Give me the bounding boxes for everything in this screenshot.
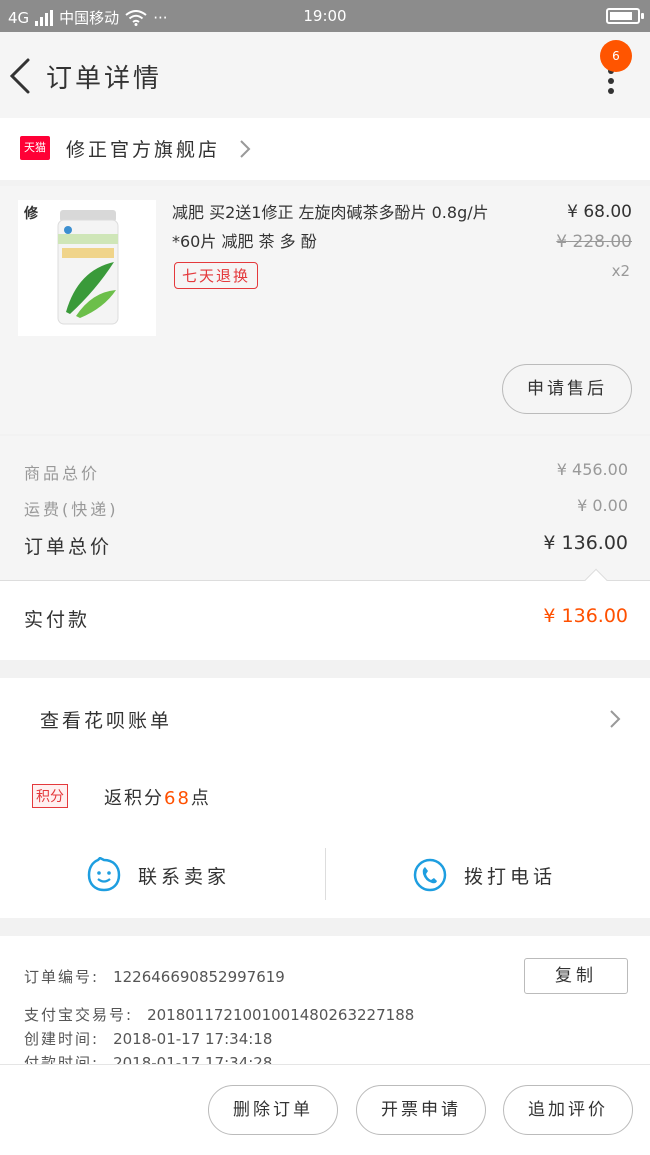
subtotal-value: ¥ 456.00 — [556, 460, 628, 479]
call-phone-button[interactable]: 拨打电话 — [412, 832, 556, 918]
return-policy-tag: 七天退换 — [174, 262, 259, 289]
nav-bar: 订单详情 6 — [0, 32, 650, 118]
status-time: 19:00 — [303, 7, 347, 25]
page-title: 订单详情 — [46, 64, 163, 94]
product-quantity: x2 — [611, 262, 630, 280]
chevron-right-icon — [610, 710, 621, 728]
add-review-button[interactable]: 追加评价 — [503, 1085, 633, 1135]
order-number-row: 订单编号: 122646690852997619 — [24, 966, 285, 987]
huabei-label: 查看花呗账单 — [40, 710, 173, 732]
shipping-row: 运费(快递) ¥ 0.00 — [24, 496, 628, 520]
points-text: 返积分68点 — [104, 784, 211, 810]
contact-seller-button[interactable]: 联系卖家 — [86, 832, 230, 918]
points-suffix: 点 — [190, 788, 211, 809]
created-time-label: 创建时间: — [24, 1030, 100, 1048]
battery-icon — [606, 8, 644, 24]
contact-seller-label: 联系卖家 — [138, 865, 231, 888]
subtotal-label: 商品总价 — [24, 464, 101, 483]
order-total-value: ¥ 136.00 — [543, 532, 628, 554]
points-prefix: 返积分 — [104, 788, 164, 809]
paid-time-value: 2018-01-17 17:34:28 — [113, 1054, 273, 1064]
points-badge: 积分 — [32, 784, 68, 808]
order-number-label: 订单编号: — [24, 968, 100, 986]
shipping-value: ¥ 0.00 — [577, 496, 628, 515]
copy-button[interactable]: 复制 — [524, 958, 628, 994]
store-row[interactable]: 天猫 修正官方旗舰店 — [0, 118, 650, 180]
status-bar: 4G 中国移动 ··· 19:00 — [0, 0, 650, 32]
bottom-action-bar: 删除订单 开票申请 追加评价 — [0, 1064, 650, 1155]
store-name: 修正官方旗舰店 — [66, 139, 221, 161]
alipay-number-row: 支付宝交易号: 2018011721001001480263227188 — [24, 1004, 414, 1025]
created-time-row: 创建时间: 2018-01-17 17:34:18 — [24, 1028, 272, 1049]
points-amount: 68 — [164, 788, 191, 809]
product-image: 修 — [18, 200, 156, 336]
after-sale-button[interactable]: 申请售后 — [502, 364, 632, 414]
product-price: ¥ 68.00 — [567, 202, 632, 222]
notification-badge: 6 — [600, 40, 632, 72]
chat-bubble-icon — [87, 857, 121, 892]
points-row: 积分 返积分68点 — [0, 760, 650, 832]
product-title: 减肥 买2送1修正 左旋肉碱茶多酚片 0.8g/片*60片 减肥 茶 多 酚 — [172, 203, 489, 251]
order-total-label: 订单总价 — [24, 536, 113, 558]
paid-time-row: 付款时间: 2018-01-17 17:34:28 — [24, 1052, 272, 1064]
tmall-badge-icon: 天猫 — [20, 136, 50, 160]
order-info: 订单编号: 122646690852997619 复制 支付宝交易号: 201801… — [0, 936, 650, 1064]
contact-row: 联系卖家 拨打电话 — [0, 832, 650, 918]
contact-divider — [325, 848, 326, 900]
cost-summary: 商品总价 ¥ 456.00 运费(快递) ¥ 0.00 订单总价 ¥ 136.0… — [0, 436, 650, 580]
invoice-request-button[interactable]: 开票申请 — [356, 1085, 486, 1135]
product-item[interactable]: 修 减肥 买2送1修正 左旋肉碱茶多酚片 0.8g/片*60片 减肥 茶 多 酚… — [0, 186, 650, 434]
delete-order-button[interactable]: 删除订单 — [208, 1085, 338, 1135]
original-price: ¥ 228.00 — [556, 232, 632, 252]
phone-icon — [413, 858, 447, 892]
svg-text:修: 修 — [23, 205, 39, 222]
back-arrow-icon[interactable] — [6, 56, 34, 96]
chevron-right-icon — [240, 140, 251, 158]
alipay-number-value: 2018011721001001480263227188 — [147, 1006, 415, 1024]
order-total-row: 订单总价 ¥ 136.00 — [24, 532, 628, 559]
subtotal-row: 商品总价 ¥ 456.00 — [24, 460, 628, 484]
paid-label: 实付款 — [24, 609, 91, 631]
shipping-label: 运费(快递) — [24, 500, 119, 519]
call-phone-label: 拨打电话 — [464, 865, 557, 888]
order-number-value: 122646690852997619 — [113, 968, 285, 986]
created-time-value: 2018-01-17 17:34:18 — [113, 1030, 273, 1048]
paid-time-label: 付款时间: — [24, 1054, 100, 1064]
paid-value: ¥ 136.00 — [543, 605, 628, 627]
paid-amount-row: 实付款 ¥ 136.00 — [0, 568, 650, 660]
huabei-bill-row[interactable]: 查看花呗账单 — [0, 678, 650, 760]
alipay-number-label: 支付宝交易号: — [24, 1006, 134, 1024]
